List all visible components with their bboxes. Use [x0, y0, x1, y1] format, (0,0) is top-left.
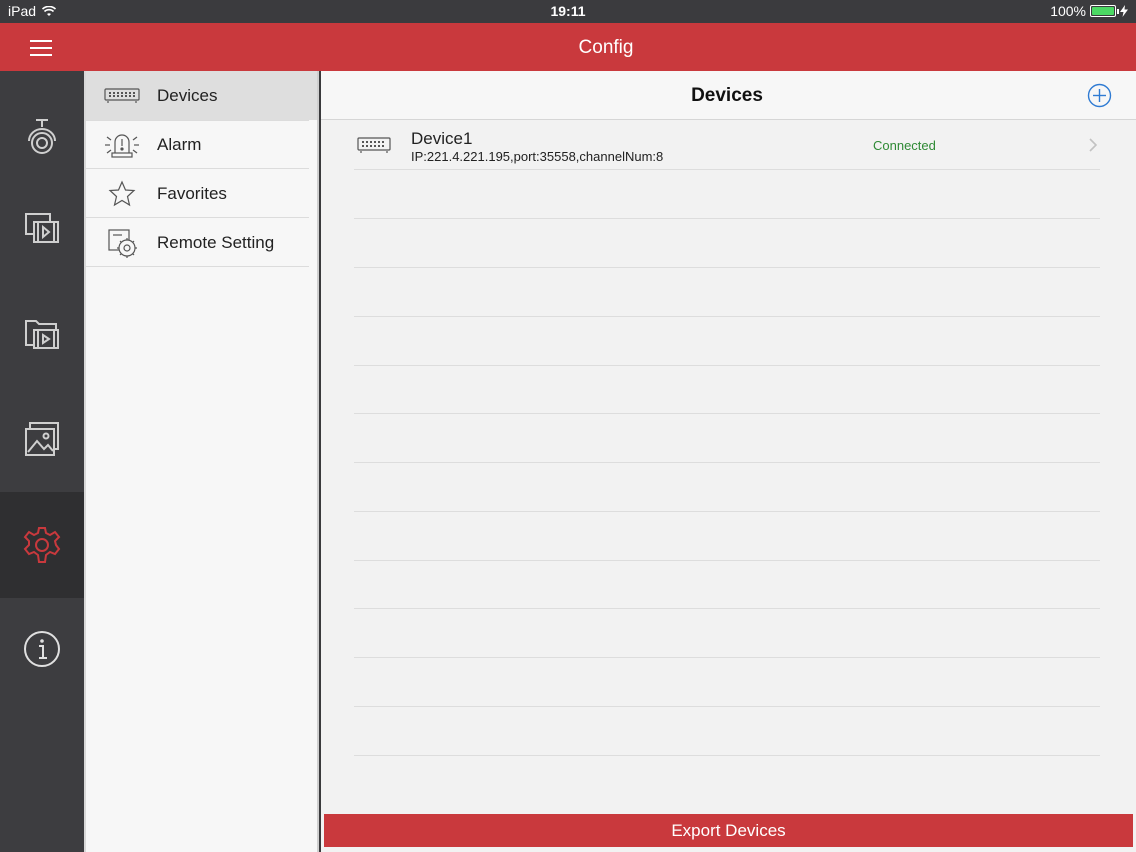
row-divider [354, 755, 1100, 756]
video-files-icon [25, 320, 59, 349]
row-divider [354, 316, 1100, 317]
devices-title: Devices [691, 85, 763, 106]
settings-gear-icon [23, 527, 61, 563]
rail-video-files[interactable] [0, 280, 84, 386]
menu-item-devices[interactable]: Devices [86, 71, 317, 120]
menu-item-label: Remote Setting [157, 232, 275, 252]
row-divider [354, 169, 1100, 170]
battery-percent: 100% [1050, 3, 1086, 19]
row-divider [354, 560, 1100, 561]
playback-icon [25, 213, 59, 243]
device-name: Device1 [411, 129, 473, 148]
top-header: Config [0, 23, 1136, 71]
menu-divider [86, 266, 309, 267]
status-right: 100% [1050, 3, 1128, 19]
device-connection-info: IP:221.4.221.195,port:35558,channelNum:8 [411, 149, 664, 164]
menu-divider [86, 168, 309, 169]
export-devices-button[interactable]: Export Devices [324, 814, 1133, 847]
dvr-device-icon [104, 87, 140, 103]
row-divider [354, 462, 1100, 463]
devices-header: Devices [321, 71, 1136, 120]
rail-playback[interactable] [0, 175, 84, 281]
row-divider [354, 218, 1100, 219]
menu-item-remote-setting[interactable]: Remote Setting [86, 218, 317, 267]
config-menu: Devices Alarm Favorites Remote Setting [84, 71, 319, 852]
devices-panel: Devices Device1 IP:221.4.221.195,port:35… [321, 71, 1136, 852]
menu-item-alarm[interactable]: Alarm [86, 120, 317, 169]
menu-item-label: Alarm [157, 134, 202, 154]
row-divider [354, 511, 1100, 512]
row-divider [354, 413, 1100, 414]
menu-item-favorites[interactable]: Favorites [86, 169, 317, 218]
row-divider [354, 608, 1100, 609]
row-divider [354, 657, 1100, 658]
camera-icon [28, 119, 56, 154]
charging-bolt-icon [1120, 5, 1128, 17]
row-divider [354, 267, 1100, 268]
rail-about[interactable] [0, 596, 84, 702]
rail-pictures[interactable] [0, 386, 84, 492]
dvr-device-icon [357, 137, 391, 153]
page-title: Config [578, 37, 634, 58]
rail-config[interactable] [0, 492, 84, 598]
info-icon [24, 631, 60, 667]
menu-divider [86, 217, 309, 218]
device-row[interactable]: Device1 IP:221.4.221.195,port:35558,chan… [321, 121, 1136, 169]
remote-setting-icon [108, 228, 137, 258]
menu-item-label: Favorites [157, 183, 227, 203]
row-divider [354, 365, 1100, 366]
menu-item-label: Devices [157, 85, 218, 105]
alarm-siren-icon [105, 133, 139, 158]
add-circle-icon[interactable] [1087, 83, 1112, 108]
status-bar: iPad 19:11 100% [0, 0, 1136, 23]
menu-divider [86, 120, 309, 121]
pictures-icon [25, 422, 59, 456]
battery-icon [1090, 5, 1119, 17]
clock: 19:11 [550, 3, 586, 19]
left-rail [0, 71, 84, 852]
device-status: Connected [873, 138, 936, 153]
row-divider [354, 706, 1100, 707]
star-icon [108, 180, 136, 206]
chevron-right-icon [1089, 138, 1098, 152]
